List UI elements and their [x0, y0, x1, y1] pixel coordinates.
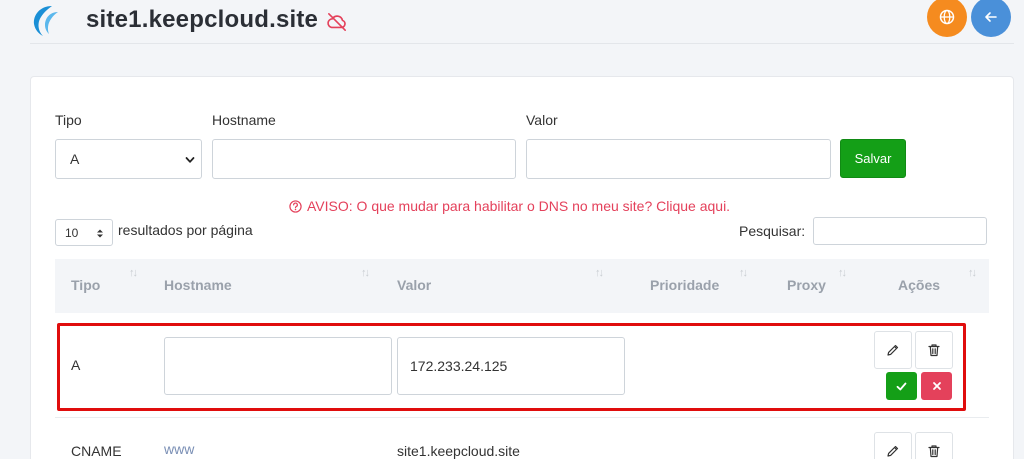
search-input[interactable] — [813, 217, 987, 245]
pencil-icon — [887, 445, 899, 457]
page-length-select[interactable]: 10 — [55, 219, 113, 246]
column-header-priority[interactable]: Prioridade — [650, 277, 719, 293]
edit-button[interactable] — [874, 432, 912, 459]
column-header-type[interactable]: Tipo — [71, 277, 100, 293]
value-label: Valor — [526, 112, 558, 128]
row-type: CNAME — [71, 443, 122, 459]
back-button[interactable] — [971, 0, 1011, 37]
sort-icon: ↑↓ — [129, 267, 138, 279]
save-button[interactable]: Salvar — [840, 139, 906, 178]
selected-row-highlight — [57, 323, 966, 411]
sort-icon: ↑↓ — [968, 267, 977, 279]
cloud-off-icon — [327, 13, 346, 31]
sort-icon: ↑↓ — [739, 267, 748, 279]
sort-updown-icon — [97, 229, 103, 238]
globe-button[interactable] — [927, 0, 967, 37]
sort-icon: ↑↓ — [838, 267, 847, 279]
question-circle-icon — [289, 199, 302, 213]
page-header: site1.keepcloud.site — [0, 0, 1024, 44]
column-header-actions[interactable]: Ações — [898, 277, 940, 293]
header-divider — [30, 43, 1014, 44]
row-value: site1.keepcloud.site — [397, 443, 520, 459]
dns-warning-link[interactable]: AVISO: O que mudar para habilitar o DNS … — [289, 198, 730, 214]
dns-card: Tipo Hostname Valor A Salvar AVISO: O qu… — [30, 76, 1014, 459]
type-label: Tipo — [55, 112, 82, 128]
keepcloud-logo-icon — [33, 6, 58, 36]
sort-icon: ↑↓ — [361, 267, 370, 279]
hostname-label: Hostname — [212, 112, 276, 128]
value-input[interactable] — [526, 139, 831, 179]
trash-icon — [928, 445, 940, 458]
page-title: site1.keepcloud.site — [86, 6, 319, 33]
table-header: Tipo ↑↓ Hostname ↑↓ Valor ↑↓ Prioridade … — [55, 259, 989, 313]
column-header-proxy[interactable]: Proxy — [787, 277, 826, 293]
type-select-value: A — [70, 151, 80, 167]
page-length-label: resultados por página — [118, 222, 253, 238]
hostname-input[interactable] — [212, 139, 516, 179]
delete-button[interactable] — [915, 432, 953, 459]
column-header-value[interactable]: Valor — [397, 277, 431, 293]
warning-text: AVISO: O que mudar para habilitar o DNS … — [307, 198, 731, 214]
chevron-down-icon — [185, 157, 195, 163]
row-divider — [55, 417, 989, 418]
search-label: Pesquisar: — [739, 223, 806, 239]
type-select[interactable]: A — [55, 139, 202, 179]
globe-icon — [939, 9, 955, 25]
row-hostname: www — [164, 441, 195, 457]
page-length-value: 10 — [65, 225, 79, 240]
column-header-hostname[interactable]: Hostname — [164, 277, 232, 293]
arrow-left-icon — [985, 12, 997, 22]
sort-icon: ↑↓ — [595, 267, 604, 279]
